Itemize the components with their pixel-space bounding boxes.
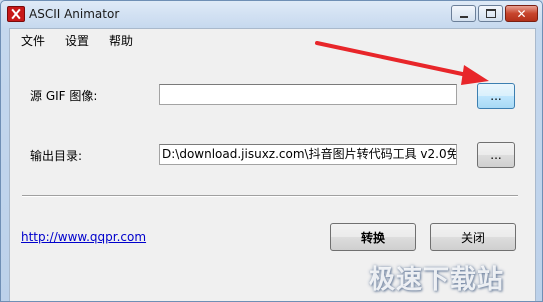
minimize-button[interactable] xyxy=(451,5,476,22)
title-bar[interactable]: ASCII Animator ✕ xyxy=(1,1,542,28)
website-link[interactable]: http://www.qqpr.com xyxy=(21,230,146,244)
convert-button[interactable]: 转换 xyxy=(330,223,416,251)
convert-label: 转换 xyxy=(360,230,385,245)
output-browse-button[interactable]: ... xyxy=(477,142,515,168)
close-button[interactable]: 关闭 xyxy=(430,223,516,251)
separator xyxy=(22,195,518,197)
source-browse-button[interactable]: ... xyxy=(477,83,515,109)
close-label: 关闭 xyxy=(460,230,485,245)
menu-help[interactable]: 帮助 xyxy=(107,32,135,49)
menu-settings[interactable]: 设置 xyxy=(63,32,91,49)
maximize-button[interactable] xyxy=(478,5,503,22)
source-gif-label: 源 GIF 图像: xyxy=(30,89,98,103)
output-dir-input[interactable]: D:\download.jisuxz.com\抖音图片转代码工具 v2.0免费 xyxy=(159,144,457,165)
minimize-icon xyxy=(459,15,468,18)
source-browse-label: ... xyxy=(490,89,502,103)
menu-file[interactable]: 文件 xyxy=(19,32,47,49)
app-window: ASCII Animator ✕ 文件 设置 帮助 源 GIF 图像: ... … xyxy=(0,0,543,302)
output-browse-label: ... xyxy=(490,148,502,162)
app-icon xyxy=(7,6,25,22)
close-window-button[interactable]: ✕ xyxy=(505,5,538,22)
source-gif-input[interactable] xyxy=(159,84,457,105)
maximize-icon xyxy=(485,9,496,18)
watermark: 极速下载站 xyxy=(369,265,505,295)
close-icon: ✕ xyxy=(516,6,527,21)
output-dir-label: 输出目录: xyxy=(30,149,83,163)
menu-bar: 文件 设置 帮助 xyxy=(10,29,535,50)
window-title: ASCII Animator xyxy=(29,7,120,21)
